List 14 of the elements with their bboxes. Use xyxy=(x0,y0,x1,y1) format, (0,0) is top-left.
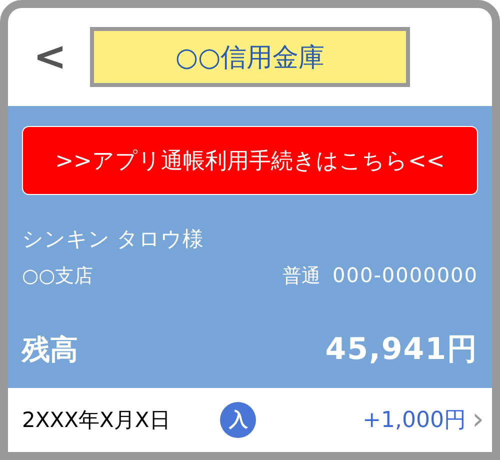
transaction-date: 2XXX年X月X日 xyxy=(22,407,170,434)
back-button[interactable]: < xyxy=(30,37,70,77)
balance-amount: 45,941円 xyxy=(325,331,478,369)
balance-label: 残高 xyxy=(22,332,78,368)
app-passbook-button[interactable]: >>アプリ通帳利用手続きはこちら<< xyxy=(22,126,478,195)
account-holder: シンキン タロウ様 xyxy=(22,226,205,253)
deposit-badge: 入 xyxy=(220,402,256,438)
account-number: 000-0000000 xyxy=(332,263,478,289)
transaction-amount: +1,000円 xyxy=(362,407,466,435)
chevron-icon: › xyxy=(472,405,484,435)
branch-name: ○○支店 xyxy=(22,264,94,289)
bank-title: ○○信用金庫 xyxy=(90,27,410,87)
transaction-row[interactable]: 2XXX年X月X日 入 +1,000円 › xyxy=(8,388,492,452)
account-type: 普通 xyxy=(282,264,321,289)
